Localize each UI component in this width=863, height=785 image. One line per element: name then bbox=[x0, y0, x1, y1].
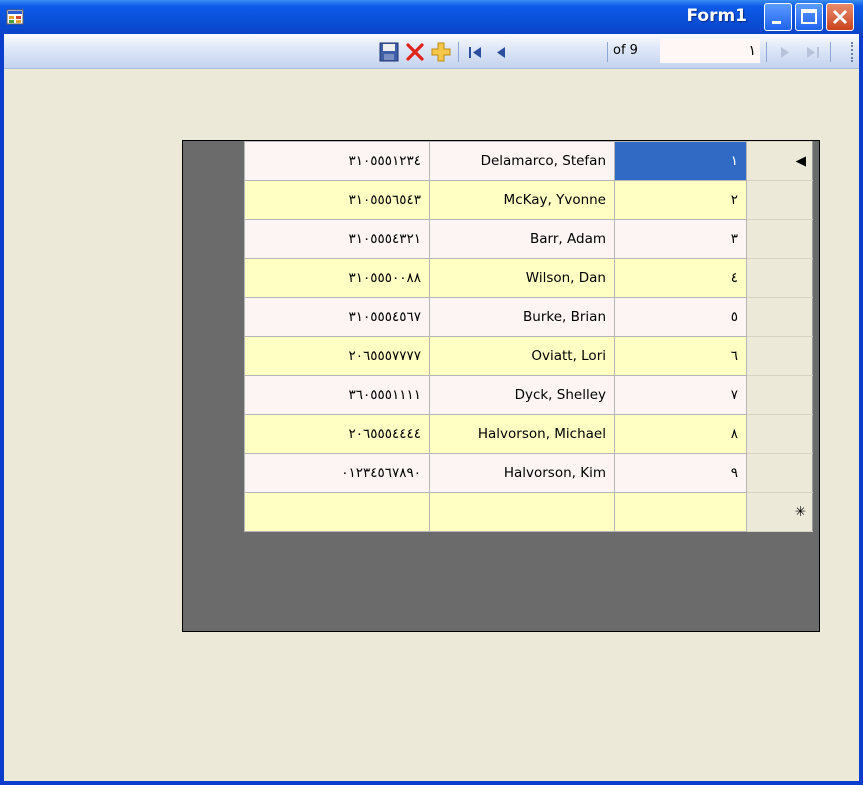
phone-cell[interactable]: ٠١٢٣٤٥٦٧٨٩٠ bbox=[244, 453, 430, 493]
name-cell[interactable] bbox=[429, 492, 615, 532]
table-row[interactable]: ٣١٠٥٥٥٤٣٢١ Barr, Adam ٣ bbox=[244, 219, 813, 259]
minimize-button[interactable] bbox=[764, 3, 792, 31]
name-cell[interactable]: Dyck, Shelley bbox=[429, 375, 615, 415]
phone-cell[interactable]: ٢٠٦٥٥٥٤٤٤٤ bbox=[244, 414, 430, 454]
row-header[interactable] bbox=[746, 297, 813, 337]
phone-cell[interactable]: ٣١٠٥٥٥٤٣٢١ bbox=[244, 219, 430, 259]
phone-cell[interactable]: ٣١٠٥٥٥٤٥٦٧ bbox=[244, 297, 430, 337]
table-row[interactable]: ٠١٢٣٤٥٦٧٨٩٠ Halvorson, Kim ٩ bbox=[244, 453, 813, 493]
move-next-icon[interactable] bbox=[774, 41, 796, 63]
maximize-button[interactable] bbox=[795, 3, 823, 31]
form-window: Form1 of 9 ١ ٣١٠٥٥٥١٢٣٤ Delamarco, Stefa… bbox=[0, 0, 863, 785]
name-cell[interactable]: Burke, Brian bbox=[429, 297, 615, 337]
close-button[interactable] bbox=[826, 3, 854, 31]
id-cell[interactable]: ١ bbox=[614, 141, 747, 181]
data-grid[interactable]: ٣١٠٥٥٥١٢٣٤ Delamarco, Stefan ١ ◀ ٣١٠٥٥٥٦٥٤٣ M… bbox=[182, 140, 820, 632]
add-new-icon[interactable] bbox=[430, 41, 452, 63]
toolbar-grip[interactable] bbox=[851, 42, 855, 62]
title-bar[interactable]: Form1 bbox=[0, 0, 863, 34]
name-cell[interactable]: Barr, Adam bbox=[429, 219, 615, 259]
binding-navigator: of 9 bbox=[4, 34, 859, 69]
name-cell[interactable]: Wilson, Dan bbox=[429, 258, 615, 298]
new-row-header[interactable]: ✳ bbox=[746, 492, 813, 532]
row-header[interactable] bbox=[746, 414, 813, 454]
delete-icon[interactable] bbox=[404, 41, 426, 63]
position-input[interactable] bbox=[660, 39, 760, 63]
toolbar-separator bbox=[607, 42, 608, 62]
toolbar-separator bbox=[830, 42, 831, 62]
grid-table: ٣١٠٥٥٥١٢٣٤ Delamarco, Stefan ١ ◀ ٣١٠٥٥٥٦٥٤٣ M… bbox=[244, 141, 813, 532]
name-cell[interactable]: Oviatt, Lori bbox=[429, 336, 615, 376]
id-cell[interactable]: ٩ bbox=[614, 453, 747, 493]
record-count-label: of 9 bbox=[613, 43, 638, 58]
name-cell[interactable]: Halvorson, Kim bbox=[429, 453, 615, 493]
table-row[interactable]: ٣١٠٥٥٥١٢٣٤ Delamarco, Stefan ١ ◀ bbox=[244, 141, 813, 181]
window-title: Form1 bbox=[686, 6, 747, 26]
phone-cell[interactable]: ٢٠٦٥٥٥٧٧٧٧ bbox=[244, 336, 430, 376]
table-row[interactable]: ٣١٠٥٥٥٤٥٦٧ Burke, Brian ٥ bbox=[244, 297, 813, 337]
phone-cell[interactable]: ٣١٠٥٥٥١٢٣٤ bbox=[244, 141, 430, 181]
id-cell[interactable]: ٧ bbox=[614, 375, 747, 415]
id-cell[interactable]: ٥ bbox=[614, 297, 747, 337]
id-cell[interactable]: ٣ bbox=[614, 219, 747, 259]
phone-cell[interactable]: ٣١٠٥٥٥٠٠٨٨ bbox=[244, 258, 430, 298]
minimize-icon bbox=[772, 21, 781, 24]
phone-cell[interactable] bbox=[244, 492, 430, 532]
row-header[interactable] bbox=[746, 453, 813, 493]
toolbar-separator bbox=[766, 42, 767, 62]
row-header[interactable] bbox=[746, 375, 813, 415]
app-icon bbox=[6, 9, 24, 25]
phone-cell[interactable]: ٣١٠٥٥٥٦٥٤٣ bbox=[244, 180, 430, 220]
row-header[interactable] bbox=[746, 219, 813, 259]
move-previous-icon[interactable] bbox=[490, 41, 512, 63]
id-cell[interactable]: ٤ bbox=[614, 258, 747, 298]
phone-cell[interactable]: ٣٦٠٥٥٥١١١١ bbox=[244, 375, 430, 415]
new-row[interactable]: ✳ bbox=[244, 492, 813, 532]
row-header[interactable] bbox=[746, 258, 813, 298]
id-cell[interactable]: ٢ bbox=[614, 180, 747, 220]
save-icon[interactable] bbox=[378, 41, 400, 63]
name-cell[interactable]: Delamarco, Stefan bbox=[429, 141, 615, 181]
toolbar-separator bbox=[458, 42, 459, 62]
name-cell[interactable]: Halvorson, Michael bbox=[429, 414, 615, 454]
row-header[interactable]: ◀ bbox=[746, 141, 813, 181]
table-row[interactable]: ٢٠٦٥٥٥٧٧٧٧ Oviatt, Lori ٦ bbox=[244, 336, 813, 376]
maximize-icon bbox=[801, 9, 817, 24]
move-last-icon[interactable] bbox=[802, 41, 824, 63]
id-cell[interactable] bbox=[614, 492, 747, 532]
table-row[interactable]: ٣١٠٥٥٥٦٥٤٣ McKay, Yvonne ٢ bbox=[244, 180, 813, 220]
name-cell[interactable]: McKay, Yvonne bbox=[429, 180, 615, 220]
move-first-icon[interactable] bbox=[464, 41, 486, 63]
table-row[interactable]: ٢٠٦٥٥٥٤٤٤٤ Halvorson, Michael ٨ bbox=[244, 414, 813, 454]
form-client-area: of 9 ٣١٠٥٥٥١٢٣٤Delamarco, Stefan١◀٣١٠٥٥٥… bbox=[4, 34, 859, 781]
table-row[interactable]: ٣٦٠٥٥٥١١١١ Dyck, Shelley ٧ bbox=[244, 375, 813, 415]
row-header[interactable] bbox=[746, 180, 813, 220]
table-row[interactable]: ٣١٠٥٥٥٠٠٨٨ Wilson, Dan ٤ bbox=[244, 258, 813, 298]
id-cell[interactable]: ٦ bbox=[614, 336, 747, 376]
row-header[interactable] bbox=[746, 336, 813, 376]
id-cell[interactable]: ٨ bbox=[614, 414, 747, 454]
close-icon bbox=[832, 9, 848, 25]
